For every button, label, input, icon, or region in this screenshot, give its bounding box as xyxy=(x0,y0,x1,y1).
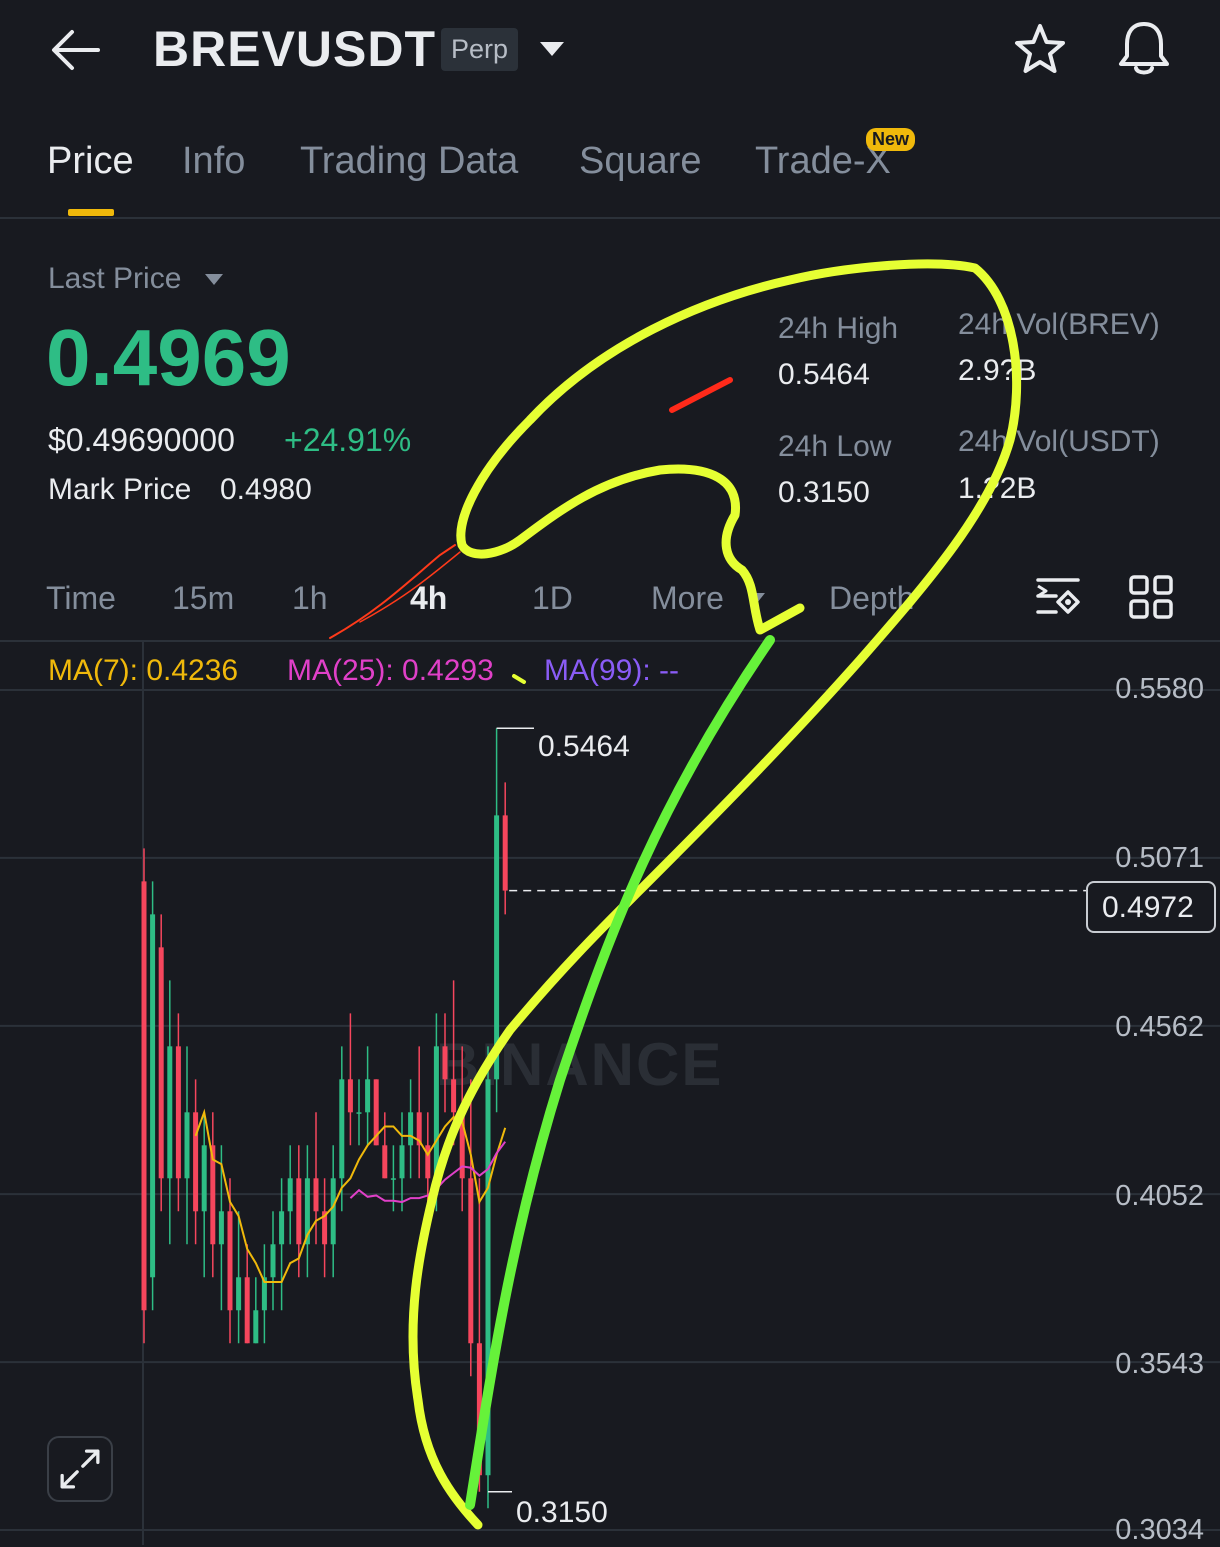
candle-body xyxy=(399,1145,405,1179)
candle-body xyxy=(365,1079,371,1113)
y-axis-tick: 0.3034 xyxy=(1115,1514,1204,1546)
24h-high-value: 0.5464 xyxy=(778,358,870,391)
low-marker-label: 0.3150 xyxy=(516,1496,608,1529)
interval-4h[interactable]: 4h xyxy=(410,580,447,617)
candle-body xyxy=(313,1178,319,1212)
high-marker-label: 0.5464 xyxy=(538,730,630,763)
24h-vol-base-value: 2.9?B xyxy=(958,354,1037,387)
notification-bell-icon[interactable] xyxy=(1116,20,1172,78)
candle-body xyxy=(287,1178,293,1212)
candle-body xyxy=(175,1046,181,1179)
candle-body xyxy=(227,1211,233,1311)
interval-1d[interactable]: 1D xyxy=(532,580,573,617)
candle-body xyxy=(330,1178,336,1245)
candle-body xyxy=(253,1310,259,1344)
candle-body xyxy=(356,1112,362,1114)
divider xyxy=(0,217,1220,219)
candle-body xyxy=(494,815,500,1080)
24h-high-label: 24h High xyxy=(778,312,899,345)
candle-body xyxy=(244,1277,250,1344)
y-axis-tick: 0.4052 xyxy=(1115,1180,1204,1212)
candle-body xyxy=(408,1112,414,1146)
candle-body xyxy=(296,1178,302,1245)
candle-body xyxy=(141,881,147,1311)
last-price-value: 0.4969 xyxy=(46,313,291,402)
y-axis-tick: 0.3543 xyxy=(1115,1348,1204,1380)
24h-vol-quote-value: 1.?2B xyxy=(958,472,1037,505)
tab-trading-data[interactable]: Trading Data xyxy=(300,140,518,183)
annotation-red-stroke xyxy=(669,377,733,413)
24h-low-value: 0.3150 xyxy=(778,476,870,509)
candle-body xyxy=(433,1046,439,1179)
new-badge: New xyxy=(866,128,916,151)
chevron-down-icon[interactable] xyxy=(538,40,566,58)
candle-body xyxy=(476,1343,482,1476)
y-axis-tick: 0.5580 xyxy=(1115,673,1204,705)
24h-vol-quote-label: 24h Vol(USDT) xyxy=(958,425,1160,458)
24h-vol-base-label: 24h Vol(BREV) xyxy=(958,308,1160,341)
favorite-star-icon[interactable] xyxy=(1012,22,1068,78)
candle-body xyxy=(158,947,164,1179)
usd-price: $0.49690000 xyxy=(48,422,235,458)
price-change-percent: +24.91% xyxy=(284,422,412,458)
y-axis-tick: 0.5071 xyxy=(1115,842,1204,874)
candle-body xyxy=(201,1145,207,1212)
interval-time[interactable]: Time xyxy=(46,580,116,617)
candle-body xyxy=(150,914,156,1278)
24h-low-label: 24h Low xyxy=(778,430,892,463)
tab-info[interactable]: Info xyxy=(182,140,245,183)
candle-body xyxy=(279,1211,285,1245)
candlestick-chart[interactable] xyxy=(0,642,1220,1545)
mark-price-label: Mark Price xyxy=(48,473,192,506)
chevron-down-icon[interactable] xyxy=(204,273,224,287)
interval-15m[interactable]: 15m xyxy=(172,580,234,617)
tab-square[interactable]: Square xyxy=(579,140,702,183)
candle-body xyxy=(442,1046,448,1080)
indicator-settings-icon[interactable] xyxy=(1034,574,1082,620)
depth-tab[interactable]: Depth xyxy=(829,580,914,617)
candle-body xyxy=(339,1079,345,1179)
interval-1h[interactable]: 1h xyxy=(292,580,328,617)
current-price-label: 0.4972 xyxy=(1102,891,1194,924)
candle-body xyxy=(382,1145,388,1179)
candle-body xyxy=(218,1211,224,1245)
candle-body xyxy=(390,1178,396,1180)
candle-body xyxy=(270,1244,276,1278)
candle-body xyxy=(451,1079,457,1113)
fullscreen-expand-icon[interactable] xyxy=(47,1436,113,1502)
tab-price[interactable]: Price xyxy=(47,140,134,183)
candle-body xyxy=(193,1112,199,1212)
candle-body xyxy=(485,1079,491,1476)
candle-body xyxy=(236,1277,242,1311)
chevron-down-icon[interactable] xyxy=(748,592,766,604)
back-arrow-icon[interactable] xyxy=(48,26,104,74)
interval-more[interactable]: More xyxy=(651,580,724,617)
candle-body xyxy=(167,1046,173,1179)
y-axis-tick: 0.4562 xyxy=(1115,1011,1204,1043)
active-tab-indicator xyxy=(68,209,114,216)
symbol-title[interactable]: BREVUSDT xyxy=(153,20,436,78)
candle-body xyxy=(468,1178,474,1344)
candle-body xyxy=(184,1112,190,1179)
last-price-label[interactable]: Last Price xyxy=(48,262,181,296)
candle-body xyxy=(502,815,508,891)
contract-type-badge: Perp xyxy=(441,28,519,71)
candle-body xyxy=(347,1079,353,1113)
mark-price-value: 0.4980 xyxy=(220,473,312,506)
layout-grid-icon[interactable] xyxy=(1128,574,1174,620)
